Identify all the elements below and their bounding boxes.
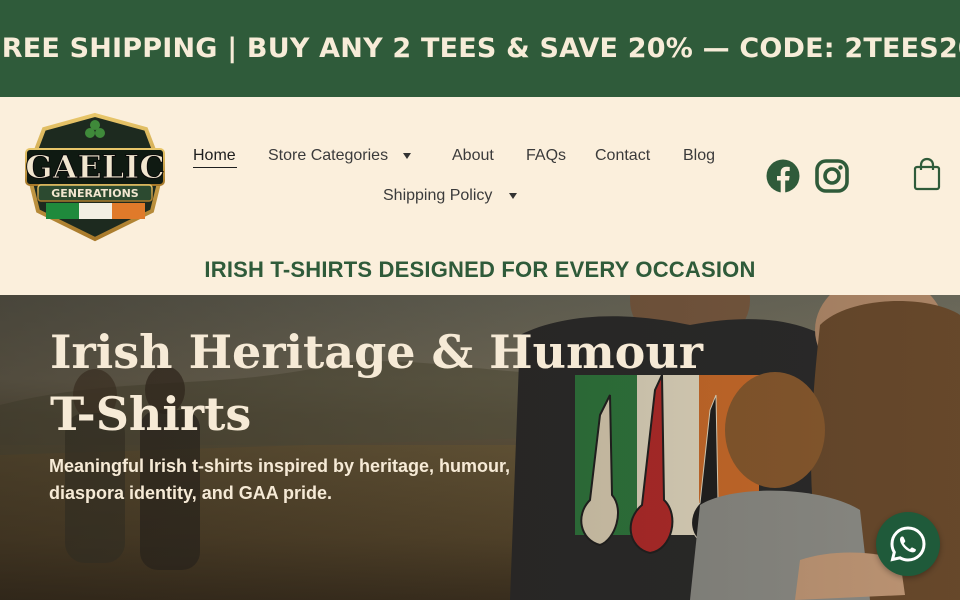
promo-text: FREE SHIPPING | BUY ANY 2 TEES & SAVE 20… — [0, 33, 960, 64]
facebook-icon[interactable] — [766, 159, 800, 193]
hero-title: Irish Heritage & Humour T-Shirts — [50, 325, 704, 441]
nav-contact[interactable]: Contact — [595, 147, 650, 165]
svg-text:GENERATIONS: GENERATIONS — [51, 187, 139, 200]
hero-banner: Irish Heritage & Humour T-Shirts Meaning… — [0, 295, 960, 600]
hero-subtitle: Meaningful Irish t-shirts inspired by he… — [49, 456, 511, 503]
nav-store-categories[interactable]: Store Categories — [268, 147, 388, 165]
whatsapp-chat-button[interactable] — [876, 512, 940, 576]
site-logo[interactable]: GAELIC GENERATIONS — [16, 111, 174, 243]
shopping-bag-icon[interactable] — [913, 157, 941, 191]
whatsapp-icon — [890, 526, 926, 562]
nav-faqs[interactable]: FAQs — [526, 147, 566, 165]
nav-home[interactable]: Home — [193, 147, 236, 165]
nav-about[interactable]: About — [452, 147, 494, 165]
site-header: GAELIC GENERATIONS Home Store Categories… — [0, 97, 960, 295]
promo-bar: FREE SHIPPING | BUY ANY 2 TEES & SAVE 20… — [0, 0, 960, 97]
svg-text:GAELIC: GAELIC — [25, 148, 164, 186]
nav-blog[interactable]: Blog — [683, 147, 715, 165]
instagram-icon[interactable] — [815, 159, 849, 193]
chevron-down-icon[interactable] — [403, 153, 411, 159]
chevron-down-icon[interactable] — [509, 193, 517, 199]
nav-shipping-policy[interactable]: Shipping Policy — [383, 187, 492, 205]
tagline: IRISH T-SHIRTS DESIGNED FOR EVERY OCCASI… — [204, 257, 756, 282]
nav-home-underline — [193, 167, 237, 168]
